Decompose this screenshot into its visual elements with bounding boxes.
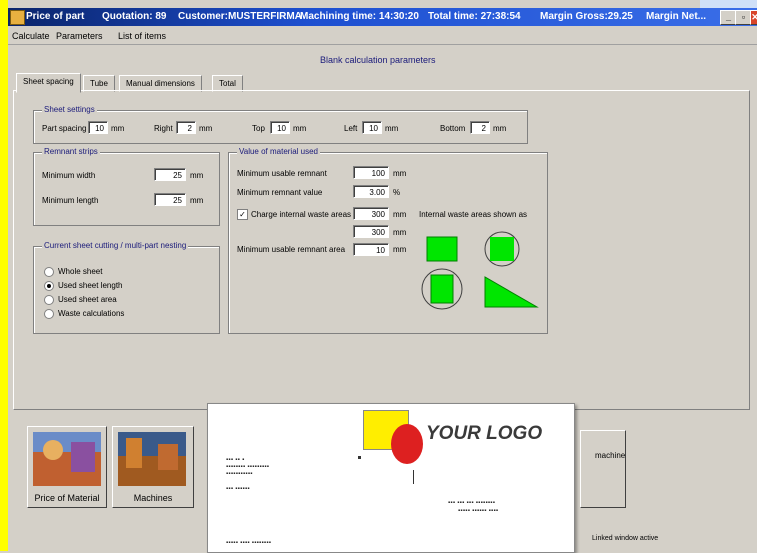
charge-waste-label: Charge internal waste areas (251, 210, 352, 219)
option-label: Used sheet area (58, 295, 117, 304)
left-label: Left (344, 124, 358, 133)
right-field[interactable]: 2 (176, 121, 196, 134)
cutting-group: Current sheet cutting / multi-part nesti… (33, 241, 220, 334)
dot-mark (358, 456, 361, 459)
option-label: Whole sheet (58, 267, 103, 276)
right-label: Right (154, 124, 173, 133)
machining-time-label: Machining time: 14:30:20 (300, 11, 419, 22)
sheet-settings-group: Sheet settings Part spacing 10 mm Right … (33, 105, 528, 144)
charge-waste-checkbox[interactable]: ✓ (237, 209, 248, 220)
radio-waste-calculations[interactable] (44, 309, 54, 319)
unit-label: mm (111, 124, 125, 133)
cursor-mark (413, 470, 414, 484)
yellow-strip (0, 0, 8, 551)
unit-label: mm (493, 124, 507, 133)
corner-decoration (700, 0, 757, 8)
min-width-label: Minimum width (42, 171, 96, 180)
tab-sheet-spacing[interactable]: Sheet spacing (16, 73, 81, 93)
sheet-settings-title: Sheet settings (42, 105, 97, 114)
logo-text: YOUR LOGO (426, 423, 543, 444)
charge-waste-field-2[interactable]: 300 (353, 225, 389, 238)
machines-tile[interactable]: Machines (112, 426, 194, 508)
title-bar: Price of part Quotation: 89 Customer:MUS… (8, 8, 757, 26)
min-length-field[interactable]: 25 (154, 193, 186, 206)
menu-list-of-items[interactable]: List of items (118, 31, 166, 41)
radio-used-sheet-length[interactable] (44, 281, 54, 291)
unit-label: mm (293, 124, 307, 133)
unit-label: mm (190, 196, 204, 205)
material-used-group: Value of material used Minimum usable re… (228, 147, 548, 334)
unit-label: mm (393, 210, 407, 219)
total-time-label: Total time: 27:38:54 (428, 11, 521, 22)
margin-net-label: Margin Net... (646, 11, 707, 22)
bottom-label: Bottom (440, 124, 466, 133)
tile-label: Price of Material (34, 493, 100, 503)
material-image-icon (33, 432, 101, 486)
tile-label: Machines (133, 493, 173, 503)
part-spacing-field[interactable]: 10 (88, 121, 108, 134)
material-used-title: Value of material used (237, 147, 321, 156)
min-width-field[interactable]: 25 (154, 168, 186, 181)
menu-calculate[interactable]: Calculate (12, 31, 50, 41)
unit-label: mm (190, 171, 204, 180)
unit-label: mm (393, 228, 407, 237)
app-icon (10, 10, 25, 25)
left-field[interactable]: 10 (362, 121, 382, 134)
right-tile[interactable]: machine (580, 430, 626, 508)
min-length-label: Minimum length (42, 196, 99, 205)
min-remnant-area-label: Minimum usable remnant area (237, 245, 346, 254)
close-button[interactable]: ✕ (750, 10, 757, 25)
part-spacing-label: Part spacing (42, 124, 87, 133)
min-remnant-value-field[interactable]: 3.00 (353, 185, 389, 198)
status-text: Linked window active (592, 535, 659, 542)
top-label: Top (252, 124, 265, 133)
unit-label: mm (199, 124, 213, 133)
bottom-field[interactable]: 2 (470, 121, 490, 134)
option-label: Used sheet length (58, 281, 123, 290)
min-usable-remnant-field[interactable]: 100 (353, 166, 389, 179)
remnant-group: Remnant strips Minimum width 25 mm Minim… (33, 147, 220, 226)
machines-image-icon (118, 432, 186, 486)
min-usable-remnant-label: Minimum usable remnant (237, 169, 327, 178)
menu-parameters[interactable]: Parameters (56, 31, 103, 41)
menu-bar: Calculate Parameters List of items (8, 28, 757, 45)
remnant-title: Remnant strips (42, 147, 100, 156)
top-field[interactable]: 10 (270, 121, 290, 134)
unit-label: mm (393, 245, 407, 254)
radio-used-sheet-area[interactable] (44, 295, 54, 305)
min-remnant-value-label: Minimum remnant value (237, 188, 323, 197)
radio-whole-sheet[interactable] (44, 267, 54, 277)
letterhead-preview: YOUR LOGO ▪▪▪ ▪▪ ▪ ▪▪▪▪▪▪▪▪ ▪▪▪▪▪▪▪▪▪ ▪▪… (207, 403, 575, 553)
window-title: Price of part (26, 11, 85, 22)
waste-shapes-icon (421, 231, 539, 310)
margin-gross-label: Margin Gross:29.25 (540, 11, 633, 22)
cutting-title: Current sheet cutting / multi-part nesti… (42, 241, 189, 250)
price-of-material-tile[interactable]: Price of Material (27, 426, 107, 508)
unit-label: mm (385, 124, 399, 133)
option-label: Waste calculations (58, 309, 125, 318)
customer-label: Customer:MUSTERFIRMA (178, 11, 302, 22)
logo-red-circle (391, 424, 423, 464)
section-title: Blank calculation parameters (320, 55, 436, 65)
right-tile-label: machine (595, 451, 626, 460)
unit-label: % (393, 188, 401, 197)
quotation-label: Quotation: 89 (102, 11, 167, 22)
waste-shapes-label: Internal waste areas shown as (419, 210, 528, 219)
charge-waste-field[interactable]: 300 (353, 207, 389, 220)
unit-label: mm (393, 169, 407, 178)
min-remnant-area-field[interactable]: 10 (353, 243, 389, 256)
